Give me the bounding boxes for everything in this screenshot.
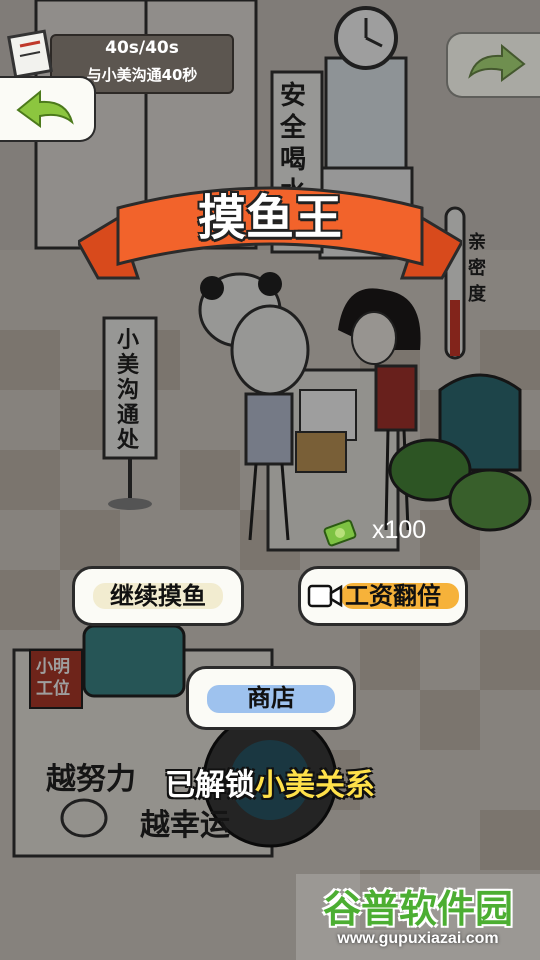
double-salary-label: 工资翻倍 — [345, 582, 441, 610]
continue-label: 继续摸鱼 — [110, 582, 206, 610]
double-salary-button[interactable]: 工资翻倍 — [298, 566, 468, 626]
continue-slacking-button[interactable]: 继续摸鱼 — [72, 566, 244, 626]
back-button[interactable] — [0, 76, 96, 142]
unlock-message: 已解锁小美关系 — [0, 760, 540, 804]
result-title: 摸鱼王 — [197, 190, 342, 246]
watermark-url: www.gupuxiazai.com — [337, 930, 499, 947]
dim-overlay — [0, 0, 540, 960]
reward-count: x100 — [372, 516, 427, 544]
unlock-relationship: 小美关系 — [255, 768, 375, 803]
next-button[interactable] — [446, 32, 540, 98]
unlock-prefix: 已解锁 — [165, 768, 255, 803]
forward-arrow-icon — [468, 43, 526, 82]
video-camera-icon — [307, 584, 343, 608]
shop-label: 商店 — [247, 684, 295, 712]
timer-value: 40s/40s — [105, 38, 179, 58]
watermark-title: 谷普软件园 — [322, 887, 513, 931]
cash-icon — [323, 519, 357, 547]
shop-button[interactable]: 商店 — [186, 666, 356, 730]
back-arrow-icon — [16, 89, 74, 128]
task-list-icon — [7, 29, 53, 78]
